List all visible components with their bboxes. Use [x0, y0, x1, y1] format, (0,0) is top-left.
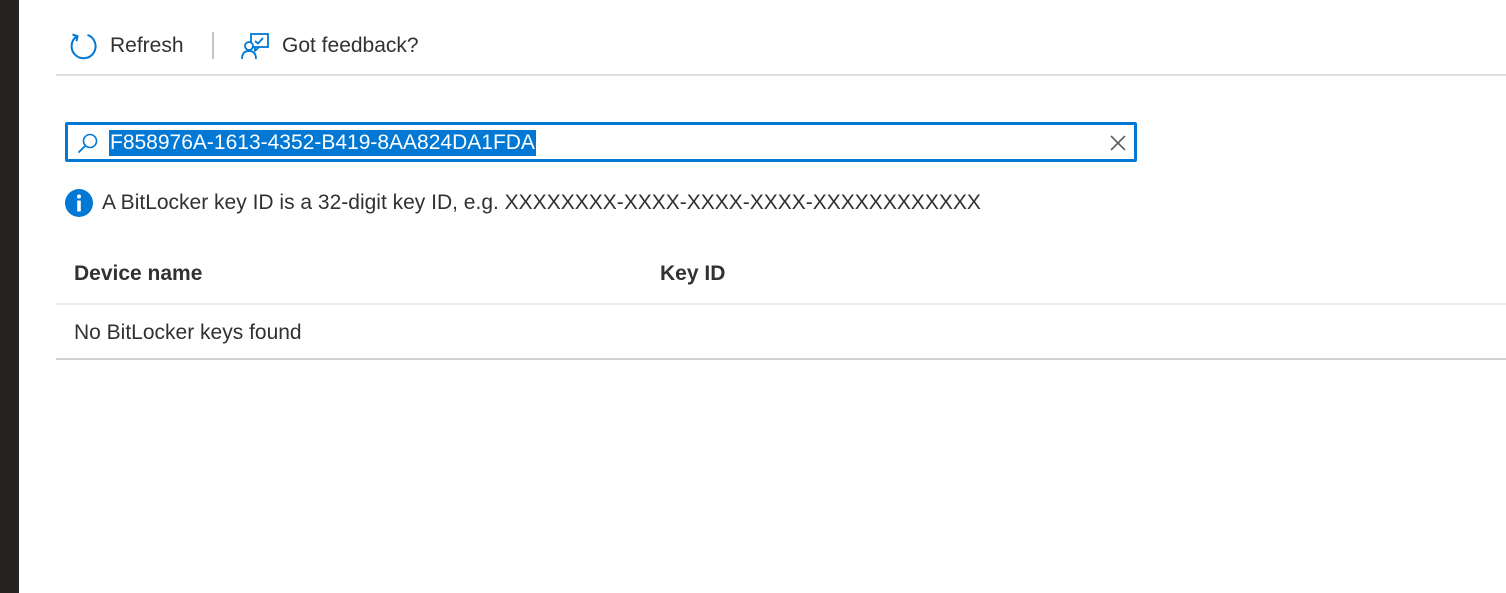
bitlocker-keys-panel: Refresh Got feedback? F858976A-1613-4352… [19, 0, 1506, 593]
toolbar-separator [212, 32, 214, 59]
table-header: Device name Key ID [56, 250, 1506, 305]
column-header-device-name[interactable]: Device name [74, 262, 202, 286]
feedback-label: Got feedback? [282, 34, 419, 57]
info-message: A BitLocker key ID is a 32-digit key ID,… [65, 188, 981, 218]
search-icon [77, 132, 99, 154]
left-rail [0, 0, 19, 593]
search-input[interactable]: F858976A-1613-4352-B419-8AA824DA1FDA [109, 130, 536, 156]
search-box[interactable]: F858976A-1613-4352-B419-8AA824DA1FDA [65, 122, 1137, 162]
refresh-icon [68, 31, 98, 61]
command-bar: Refresh Got feedback? [56, 0, 1506, 76]
feedback-button[interactable]: Got feedback? [240, 29, 419, 63]
info-icon [65, 189, 93, 217]
close-icon[interactable] [1108, 133, 1128, 153]
info-text: A BitLocker key ID is a 32-digit key ID,… [102, 191, 981, 214]
refresh-button[interactable]: Refresh [68, 29, 184, 63]
table-empty-row: No BitLocker keys found [56, 305, 1506, 360]
feedback-icon [240, 31, 270, 61]
column-header-key-id[interactable]: Key ID [660, 262, 725, 286]
empty-message: No BitLocker keys found [74, 321, 302, 344]
refresh-label: Refresh [110, 34, 184, 57]
